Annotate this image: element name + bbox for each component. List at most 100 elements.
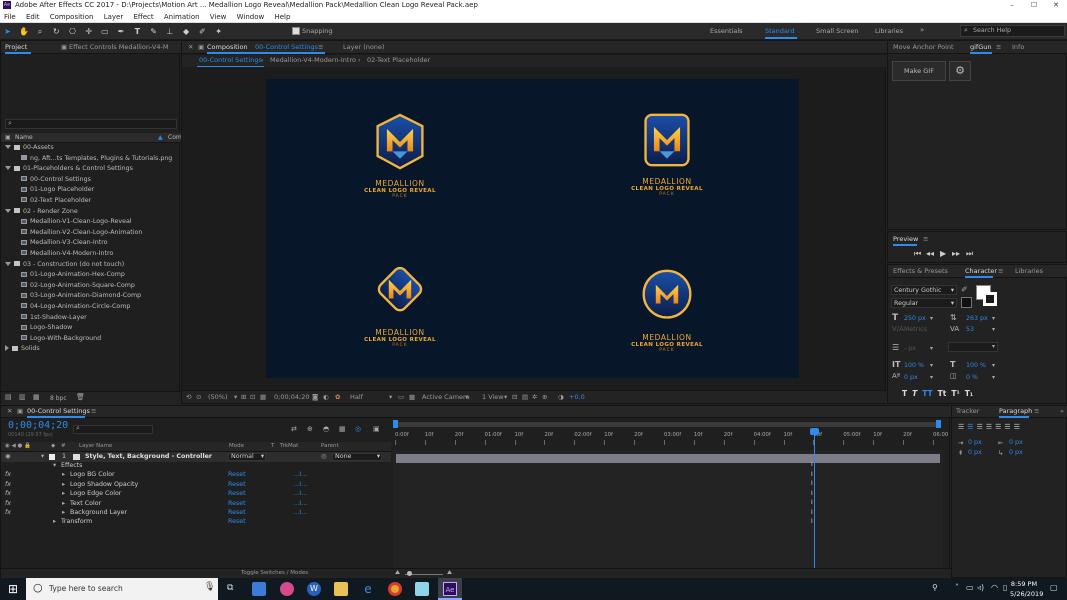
effect-pickwhip-icon[interactable]: …I…	[293, 489, 307, 499]
menu-effect[interactable]: Effect	[133, 13, 153, 21]
faux-italic-button[interactable]: T	[912, 389, 917, 398]
reset-exposure-icon[interactable]: ◑	[558, 392, 564, 403]
expand-icon[interactable]	[5, 261, 11, 266]
roto-brush-tool-icon[interactable]: ✐	[198, 27, 207, 36]
play-icon[interactable]: ▶	[940, 249, 946, 258]
maximize-button[interactable]: ☐	[1023, 0, 1045, 11]
effect-row[interactable]: fx ▸ Text Color Reset …I…	[1, 499, 391, 509]
project-item[interactable]: Logo-With-Background	[1, 334, 181, 345]
collapse-icon[interactable]: ▸	[53, 517, 56, 527]
menu-edit[interactable]: Edit	[26, 13, 40, 21]
resolution-select[interactable]: Half	[350, 392, 363, 403]
composition-viewer[interactable]: MEDALLION CLEAN LOGO REVEAL PACK MEDALLI…	[266, 79, 799, 378]
notifications-icon[interactable]: ▢	[1050, 583, 1058, 592]
edge-icon[interactable]: e	[361, 582, 375, 596]
project-item[interactable]: 02-Text Placeholder	[1, 196, 181, 207]
3d-renderer-icon[interactable]: ▤	[522, 392, 528, 403]
draft-3d-icon[interactable]: ⊕	[542, 392, 547, 403]
collapse-icon[interactable]	[5, 345, 9, 352]
effect-row[interactable]: fx ▸ Logo BG Color Reset …I…	[1, 470, 391, 480]
expand-icon[interactable]	[5, 208, 11, 213]
col-t[interactable]: T	[271, 443, 274, 449]
taskbar-time[interactable]: 8:59 PM	[1010, 580, 1038, 588]
hidden-icons-chevron[interactable]: ˄	[955, 583, 959, 592]
font-family-select[interactable]: Century Gothic ▾	[891, 285, 957, 295]
time-ruler[interactable]: 0:00f 10f 20f 01:00f 10f 20f 02:00f 10f 20f 03:00…	[393, 420, 948, 450]
microphone-icon[interactable]: 🎙	[204, 582, 215, 592]
keyframe-marker[interactable]: I	[811, 480, 813, 487]
rectangle-tool-icon[interactable]: ▭	[100, 27, 109, 36]
faux-bold-button[interactable]: T	[902, 389, 907, 398]
tab-info[interactable]: Info	[1012, 42, 1024, 53]
project-item[interactable]: 00-Control Settings	[1, 175, 181, 186]
clone-stamp-tool-icon[interactable]: ⊥	[165, 27, 174, 36]
keyframe-marker[interactable]: I	[811, 518, 813, 525]
close-tab-icon[interactable]: ✕	[7, 406, 12, 417]
first-frame-icon[interactable]: ⏮	[914, 249, 921, 259]
menu-file[interactable]: File	[4, 13, 16, 21]
close-button[interactable]: ✕	[1045, 0, 1067, 11]
region-of-interest-icon[interactable]: ⊡	[250, 392, 255, 403]
font-style-select[interactable]: Regular ▾	[891, 298, 957, 308]
leading-value[interactable]: 263 px	[966, 315, 988, 322]
first-line-indent-value[interactable]: 0 px	[1009, 449, 1023, 456]
small-caps-button[interactable]: Tt	[938, 389, 947, 398]
view-layout-select[interactable]: 1 View	[482, 392, 504, 403]
effect-row[interactable]: fx ▸ Logo Shadow Opacity Reset …I…	[1, 480, 391, 490]
superscript-button[interactable]: T¹	[951, 389, 959, 398]
align-left-icon[interactable]: ☰	[958, 423, 964, 431]
toggle-pixel-aspect-icon[interactable]: ⊟	[512, 392, 517, 403]
last-frame-icon[interactable]: ⏭	[966, 249, 973, 259]
motion-blur-icon[interactable]: ✲	[532, 392, 537, 403]
reset-button[interactable]: Reset	[228, 499, 246, 509]
minimize-button[interactable]: –	[1001, 0, 1023, 11]
col-comment[interactable]: Com	[168, 134, 182, 141]
workspace-small-screen[interactable]: Small Screen	[816, 26, 858, 36]
transform-row[interactable]: ▸ Transform Reset	[1, 517, 391, 527]
selection-tool-icon[interactable]: ➤	[3, 27, 12, 36]
snapping-checkbox[interactable]	[292, 27, 300, 35]
taskbar-search-box[interactable]: ○ Type here to search 🎙	[26, 578, 218, 600]
project-item[interactable]: 01-Logo-Animation-Hex-Comp	[1, 270, 181, 281]
stroke-width-value[interactable]: - px	[904, 345, 916, 352]
collapse-icon[interactable]: ▸	[62, 489, 65, 499]
project-item[interactable]: Medallion-V3-Clean-Intro	[1, 238, 181, 249]
tab-tracker[interactable]: Tracker	[956, 406, 979, 417]
project-item[interactable]: 01-Placeholders & Control Settings	[1, 164, 181, 175]
justify-center-icon[interactable]: ☰	[995, 423, 1001, 431]
fx-icon[interactable]: fx	[5, 480, 11, 490]
workspace-essentials[interactable]: Essentials	[710, 26, 743, 36]
make-gif-button[interactable]: Make GIF	[892, 61, 946, 81]
indent-left-value[interactable]: 0 px	[968, 439, 982, 446]
workspace-standard[interactable]: Standard	[765, 26, 795, 36]
timeline-timecode[interactable]: 0;00;04;20	[8, 420, 68, 431]
tab-menu-icon[interactable]: ≡	[1034, 406, 1039, 417]
zoom-in-icon[interactable]: ⛰	[447, 569, 452, 577]
reset-button[interactable]: Reset	[228, 489, 246, 499]
zoom-tool-icon[interactable]: ⌕	[35, 27, 44, 36]
search-help-field[interactable]: ⌕ Search Help	[960, 25, 1065, 37]
stroke-style-select[interactable]: ▾	[948, 342, 998, 352]
stroke-color-swatch[interactable]	[983, 292, 997, 306]
subscript-button[interactable]: T₁	[965, 389, 973, 398]
effect-row[interactable]: fx ▸ Logo Edge Color Reset …I…	[1, 489, 391, 499]
tab-menu-icon[interactable]: ≡	[923, 234, 928, 245]
menu-view[interactable]: View	[210, 13, 227, 21]
tab-menu-icon[interactable]: ≡	[996, 42, 1001, 53]
delete-icon[interactable]: 🗑	[76, 393, 85, 401]
breadcrumb-item[interactable]: 00-Control Settings	[197, 55, 264, 67]
effect-pickwhip-icon[interactable]: …I…	[293, 499, 307, 509]
new-folder-icon[interactable]: ▥	[19, 393, 26, 401]
keyframe-marker[interactable]: I	[811, 490, 813, 497]
work-area-bar[interactable]	[393, 422, 941, 427]
pen-tool-icon[interactable]: ✒	[117, 27, 126, 36]
collapse-icon[interactable]: ▸	[62, 499, 65, 509]
toggle-switches-modes[interactable]: Toggle Switches / Modes	[241, 570, 308, 576]
black-white-swatch[interactable]	[961, 297, 972, 308]
camera-tool-icon[interactable]: ⎔	[68, 27, 77, 36]
type-tool-icon[interactable]: T	[133, 27, 142, 36]
fast-previews-icon[interactable]: ▭	[398, 392, 404, 403]
tab-move-anchor-point[interactable]: Move Anchor Point	[893, 42, 954, 53]
justify-all-icon[interactable]: ☰	[1014, 423, 1020, 431]
project-item[interactable]: Medallion-V1-Clean-Logo-Reveal	[1, 217, 181, 228]
